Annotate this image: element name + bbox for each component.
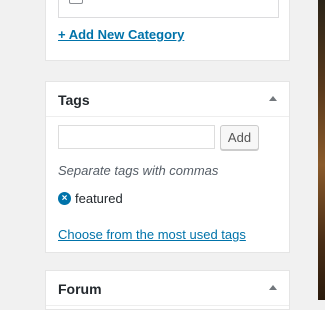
- background-image-edge: [318, 0, 325, 300]
- forum-panel-header[interactable]: Forum: [46, 271, 289, 306]
- forum-panel: Forum: [45, 270, 290, 310]
- add-new-category-link[interactable]: + Add New Category: [58, 27, 184, 42]
- category-checklist: Ox: [58, 0, 279, 18]
- tags-hint: Separate tags with commas: [58, 163, 219, 178]
- categories-panel: Ox + Add New Category: [45, 0, 290, 61]
- collapse-toggle-icon[interactable]: [269, 285, 277, 290]
- tags-panel-header[interactable]: Tags: [46, 82, 289, 117]
- collapse-toggle-icon[interactable]: [269, 96, 277, 101]
- tag-label: featured: [75, 191, 123, 206]
- most-used-tags-link[interactable]: Choose from the most used tags: [58, 227, 246, 242]
- new-tag-input[interactable]: [58, 125, 215, 149]
- tags-panel: Tags Add Separate tags with commas × fea…: [45, 81, 290, 253]
- remove-tag-icon[interactable]: ×: [58, 192, 71, 205]
- tags-panel-title: Tags: [58, 92, 90, 108]
- forum-panel-title: Forum: [58, 281, 102, 297]
- add-tag-button[interactable]: Add: [220, 125, 259, 150]
- category-item-label: Ox: [89, 0, 106, 3]
- category-checkbox[interactable]: [69, 0, 83, 4]
